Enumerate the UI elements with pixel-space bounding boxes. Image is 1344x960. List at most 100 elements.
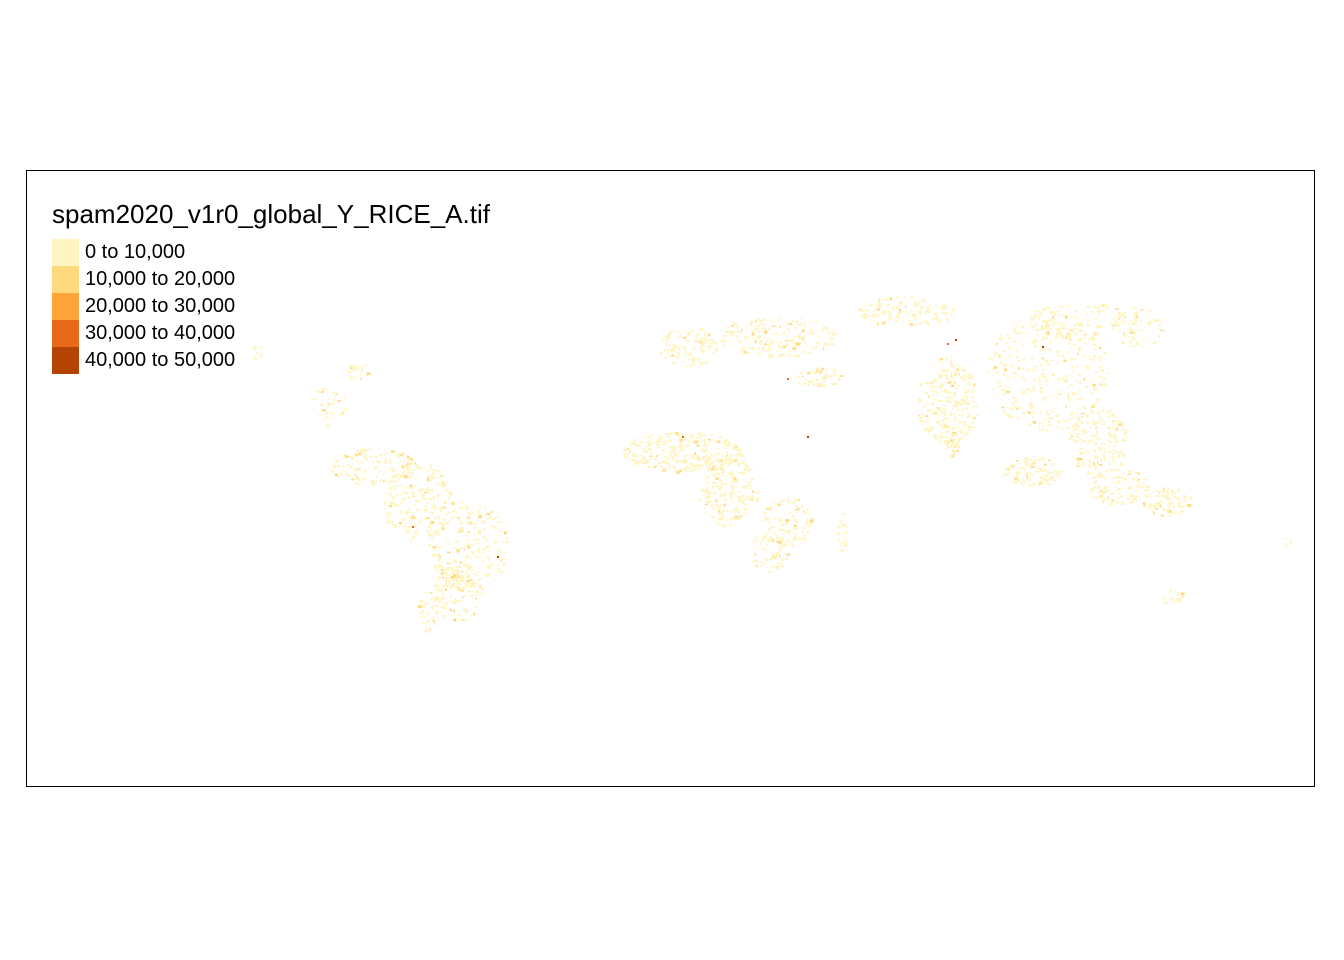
- raster-cell: [779, 354, 783, 357]
- raster-cell: [735, 508, 739, 511]
- raster-cell: [1053, 321, 1056, 325]
- raster-cell: [416, 509, 420, 511]
- raster-cell: [447, 543, 451, 545]
- raster-cell: [767, 328, 770, 331]
- raster-cell: [1076, 440, 1079, 442]
- raster-cell: [1103, 498, 1107, 501]
- raster-cell: [968, 428, 971, 431]
- raster-cell: [837, 538, 840, 542]
- raster-cell: [962, 435, 966, 438]
- raster-cell: [448, 584, 452, 587]
- raster-cell: [396, 504, 400, 507]
- raster-cell: [457, 573, 459, 577]
- raster-cell: [721, 473, 725, 477]
- raster-cell: [1098, 359, 1103, 361]
- raster-cell: [1095, 426, 1098, 429]
- raster-cell: [1068, 418, 1071, 421]
- raster-cell: [987, 370, 990, 373]
- raster-cell: [795, 342, 800, 346]
- raster-cell: [945, 376, 949, 379]
- raster-cell: [424, 506, 427, 508]
- raster-cell: [786, 522, 789, 525]
- raster-cell: [1126, 497, 1131, 500]
- raster-cell: [900, 317, 902, 319]
- raster-cell: [1160, 329, 1163, 331]
- raster-cell: [484, 514, 488, 516]
- raster-cell: [807, 513, 810, 515]
- raster-cell: [665, 349, 670, 351]
- map-panel[interactable]: spam2020_v1r0_global_Y_RICE_A.tif 0 to 1…: [26, 170, 1315, 787]
- raster-cell: [943, 382, 945, 384]
- raster-cell: [1045, 324, 1047, 327]
- raster-cell: [686, 365, 688, 368]
- raster-cell: [1014, 330, 1016, 333]
- raster-cell: [622, 452, 626, 456]
- raster-cell: [384, 459, 388, 462]
- raster-cell: [1112, 456, 1115, 460]
- raster-cell: [946, 390, 950, 394]
- raster-cell: [751, 497, 755, 500]
- raster-cell: [1056, 333, 1060, 335]
- raster-cell: [1048, 483, 1051, 485]
- raster-cell: [477, 592, 479, 595]
- raster-cell: [466, 543, 470, 546]
- raster-cell: [803, 511, 806, 513]
- raster-cell: [908, 320, 912, 323]
- raster-cell: [673, 452, 676, 455]
- raster-cell: [467, 531, 470, 533]
- raster-cell: [1040, 480, 1043, 483]
- raster-cell: [712, 439, 715, 442]
- raster-cell: [832, 371, 835, 374]
- raster-cell: [1150, 495, 1152, 497]
- raster-cell: [1029, 406, 1034, 410]
- raster-cell: [331, 391, 335, 394]
- raster-cell: [1016, 355, 1019, 358]
- raster-cell: [1021, 345, 1025, 347]
- raster-cell: [794, 509, 798, 511]
- raster-cell: [958, 373, 960, 376]
- raster-cell: [797, 499, 800, 501]
- raster-cell: [687, 354, 691, 357]
- raster-cell: [1176, 488, 1180, 492]
- raster-cell: [927, 307, 930, 310]
- raster-cell: [790, 339, 795, 343]
- raster-cell: [939, 386, 943, 389]
- raster-cell: [663, 450, 665, 453]
- raster-cell: [765, 340, 769, 342]
- raster-cell: [633, 442, 635, 445]
- raster-cell: [443, 484, 446, 487]
- raster-cell: [450, 595, 453, 598]
- raster-cell: [1100, 493, 1103, 496]
- raster-cell: [485, 545, 489, 548]
- raster-cell: [1129, 320, 1132, 322]
- raster-cell: [400, 493, 403, 496]
- raster-cell: [444, 501, 448, 504]
- raster-cell: [1130, 344, 1133, 347]
- raster-cell: [758, 337, 761, 339]
- raster-cell: [469, 569, 474, 571]
- raster-cell: [1041, 373, 1045, 376]
- raster-cell: [405, 530, 410, 533]
- raster-cell: [931, 389, 933, 392]
- raster-cell: [1098, 309, 1100, 312]
- raster-cell: [935, 315, 938, 318]
- raster-cell: [823, 342, 827, 346]
- raster-cell: [743, 508, 748, 511]
- raster-cell: [1150, 503, 1152, 505]
- raster-cell: [401, 471, 406, 474]
- raster-cell: [382, 480, 385, 482]
- raster-cell: [944, 312, 948, 314]
- raster-cell: [409, 539, 412, 542]
- raster-cell: [1022, 389, 1026, 392]
- raster-cell: [713, 491, 717, 495]
- raster-cell: [1078, 329, 1083, 333]
- raster-cell: [727, 519, 730, 521]
- raster-cell: [799, 371, 803, 374]
- raster-cell: [632, 453, 634, 456]
- raster-cell: [433, 622, 436, 626]
- raster-cell: [752, 560, 756, 564]
- raster-cell: [1033, 370, 1037, 372]
- raster-cell: [498, 533, 501, 537]
- raster-cell: [799, 509, 801, 512]
- raster-cell: [1023, 379, 1026, 381]
